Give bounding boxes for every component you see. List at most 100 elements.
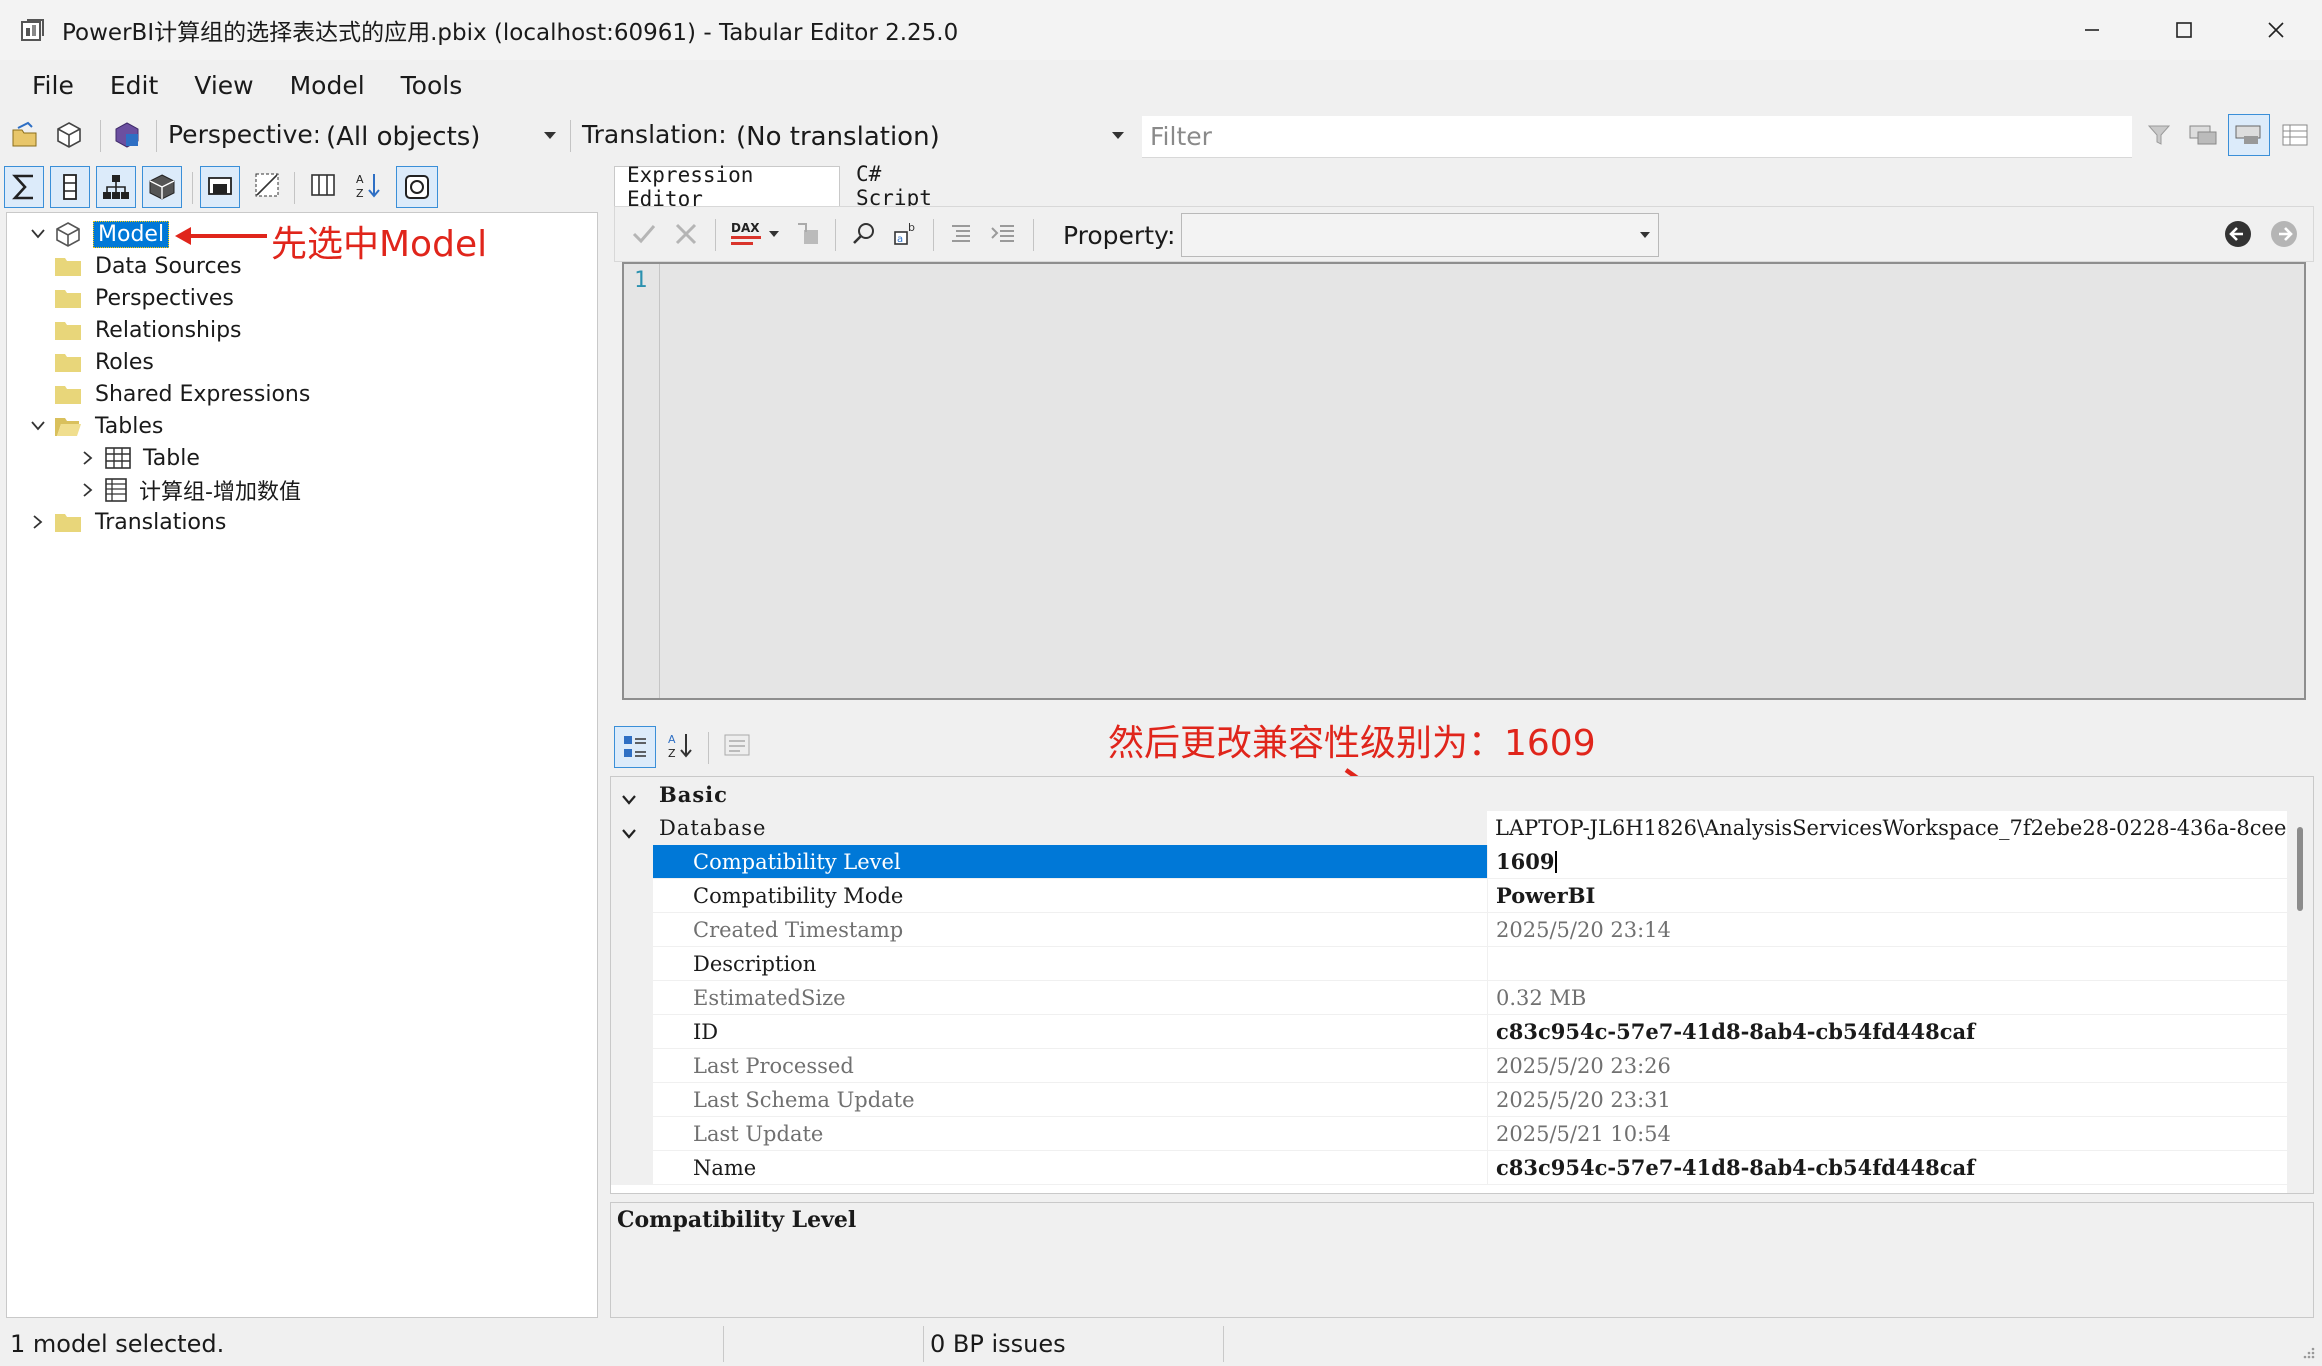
uncomment-icon[interactable]: [985, 215, 1023, 253]
property-pages-icon[interactable]: [718, 726, 756, 764]
funnel-icon[interactable]: [2140, 116, 2178, 154]
scrollbar-thumb[interactable]: [2297, 827, 2303, 911]
show-info-columns-icon[interactable]: [248, 166, 286, 204]
perspective-filter-icon[interactable]: [396, 166, 438, 208]
svg-text:DAX: DAX: [731, 221, 760, 235]
comment-icon[interactable]: [941, 215, 979, 253]
perspective-dropdown[interactable]: (All objects): [318, 118, 562, 156]
sort-icon[interactable]: AZ: [350, 166, 388, 204]
menu-tools[interactable]: Tools: [383, 71, 481, 100]
tree-label: Relationships: [95, 317, 242, 343]
svg-text:A: A: [668, 733, 676, 746]
svg-text:a: a: [897, 234, 903, 245]
tree-node-translations[interactable]: Translations: [29, 507, 226, 537]
close-button[interactable]: [2230, 0, 2322, 60]
menu-edit[interactable]: Edit: [92, 71, 176, 100]
property-row[interactable]: Last Schema Update 2025/5/20 23:31: [611, 1083, 2287, 1117]
display-mode-icon[interactable]: [2184, 116, 2222, 154]
chevron-down-icon[interactable]: [29, 417, 47, 435]
search-icon[interactable]: [845, 215, 883, 253]
chevron-down-icon[interactable]: [29, 225, 47, 243]
property-value[interactable]: PowerBI: [1487, 879, 2287, 913]
model-tree: Model Data Sources Perspectives Relation…: [6, 212, 598, 1318]
category-database[interactable]: Database LAPTOP-JL6H1826\AnalysisService…: [611, 811, 2287, 845]
property-row[interactable]: Created Timestamp 2025/5/20 23:14: [611, 913, 2287, 947]
tab-csharp-script[interactable]: C# Script: [844, 162, 974, 210]
menu-view[interactable]: View: [176, 71, 271, 100]
status-message: [1224, 1326, 2314, 1362]
display-mode-active-icon[interactable]: [2228, 114, 2270, 156]
property-value[interactable]: 0.32 MB: [1487, 981, 2287, 1015]
property-dropdown[interactable]: [1181, 213, 1659, 257]
property-value[interactable]: 2025/5/20 23:14: [1487, 913, 2287, 947]
resize-grip-icon[interactable]: [2300, 1344, 2316, 1360]
partition-icon[interactable]: [142, 166, 182, 208]
property-value-input[interactable]: 1609: [1487, 845, 2287, 879]
property-value[interactable]: 2025/5/20 23:31: [1487, 1083, 2287, 1117]
chevron-down-icon[interactable]: [621, 787, 637, 811]
property-row[interactable]: EstimatedSize 0.32 MB: [611, 981, 2287, 1015]
accept-check-icon[interactable]: [625, 215, 663, 253]
status-bp-issues[interactable]: 0 BP issues: [924, 1326, 1224, 1362]
tree-node-perspectives[interactable]: Perspectives: [55, 283, 234, 313]
menu-file[interactable]: File: [14, 71, 92, 100]
close-icon: [2268, 22, 2284, 38]
filter-input[interactable]: Filter: [1142, 116, 2132, 158]
property-row[interactable]: Name c83c954c-57e7-41d8-8ab4-cb54fd448ca…: [611, 1151, 2287, 1185]
property-name: Created Timestamp: [653, 913, 1487, 947]
property-row[interactable]: ID c83c954c-57e7-41d8-8ab4-cb54fd448caf: [611, 1015, 2287, 1049]
chevron-down-icon[interactable]: [621, 821, 637, 845]
menu-model[interactable]: Model: [272, 71, 383, 100]
alphabetical-sort-icon[interactable]: AZ: [662, 726, 700, 764]
replace-icon[interactable]: ab: [887, 215, 925, 253]
hierarchy-icon[interactable]: [96, 166, 136, 208]
property-row[interactable]: Last Update 2025/5/21 10:54: [611, 1117, 2287, 1151]
column-icon[interactable]: [50, 166, 90, 208]
tree-node-roles[interactable]: Roles: [55, 347, 154, 377]
description-title: Compatibility Level: [617, 1207, 857, 1233]
database-value[interactable]: LAPTOP-JL6H1826\AnalysisServicesWorkspac…: [1487, 811, 2287, 845]
translation-dropdown[interactable]: (No translation): [728, 118, 1130, 156]
list-view-icon[interactable]: [2276, 116, 2314, 154]
open-model-icon[interactable]: [50, 116, 88, 154]
chevron-right-icon[interactable]: [79, 449, 97, 467]
expression-editor[interactable]: 1: [622, 262, 2306, 700]
property-row[interactable]: Description: [611, 947, 2287, 981]
property-value[interactable]: 2025/5/21 10:54: [1487, 1117, 2287, 1151]
property-value[interactable]: c83c954c-57e7-41d8-8ab4-cb54fd448caf: [1487, 1151, 2287, 1185]
property-grid-scrollbar[interactable]: [2287, 777, 2313, 1193]
save-model-icon[interactable]: [108, 116, 146, 154]
tab-expression-editor[interactable]: Expression Editor: [614, 163, 840, 211]
property-value[interactable]: c83c954c-57e7-41d8-8ab4-cb54fd448caf: [1487, 1015, 2287, 1049]
forward-arrow-icon[interactable]: [2265, 215, 2303, 253]
tree-node-relationships[interactable]: Relationships: [55, 315, 242, 345]
chevron-right-icon[interactable]: [29, 513, 47, 531]
tree-node-calc-group[interactable]: 计算组-增加数值: [79, 475, 301, 505]
tree-label: Translations: [95, 509, 227, 535]
property-row[interactable]: Last Processed 2025/5/20 23:26: [611, 1049, 2287, 1083]
cancel-x-icon[interactable]: [667, 215, 705, 253]
tree-node-table[interactable]: Table: [79, 443, 200, 473]
property-value[interactable]: [1487, 947, 2287, 981]
deploy-icon[interactable]: [789, 215, 827, 253]
tree-node-tables[interactable]: Tables: [29, 411, 163, 441]
tree-node-shared-expressions[interactable]: Shared Expressions: [55, 379, 310, 409]
minimize-button[interactable]: [2046, 0, 2138, 60]
menu-bar: File Edit View Model Tools: [0, 62, 2322, 108]
dax-format-icon[interactable]: DAX: [727, 215, 783, 253]
back-arrow-icon[interactable]: [2219, 215, 2257, 253]
category-basic[interactable]: Basic: [611, 777, 2287, 811]
tree-node-data-sources[interactable]: Data Sources: [55, 251, 242, 281]
open-file-icon[interactable]: [6, 116, 44, 154]
property-row[interactable]: Compatibility Mode PowerBI: [611, 879, 2287, 913]
chevron-right-icon[interactable]: [79, 481, 97, 499]
maximize-button[interactable]: [2138, 0, 2230, 60]
property-row[interactable]: Compatibility Level 1609: [611, 845, 2287, 879]
columns-view-icon[interactable]: [304, 166, 342, 204]
sigma-icon[interactable]: [4, 166, 44, 208]
show-hidden-icon[interactable]: [200, 166, 240, 208]
tree-node-model[interactable]: Model: [29, 219, 170, 249]
categorized-icon[interactable]: [614, 726, 656, 768]
model-label: Model: [93, 220, 170, 248]
property-value[interactable]: 2025/5/20 23:26: [1487, 1049, 2287, 1083]
